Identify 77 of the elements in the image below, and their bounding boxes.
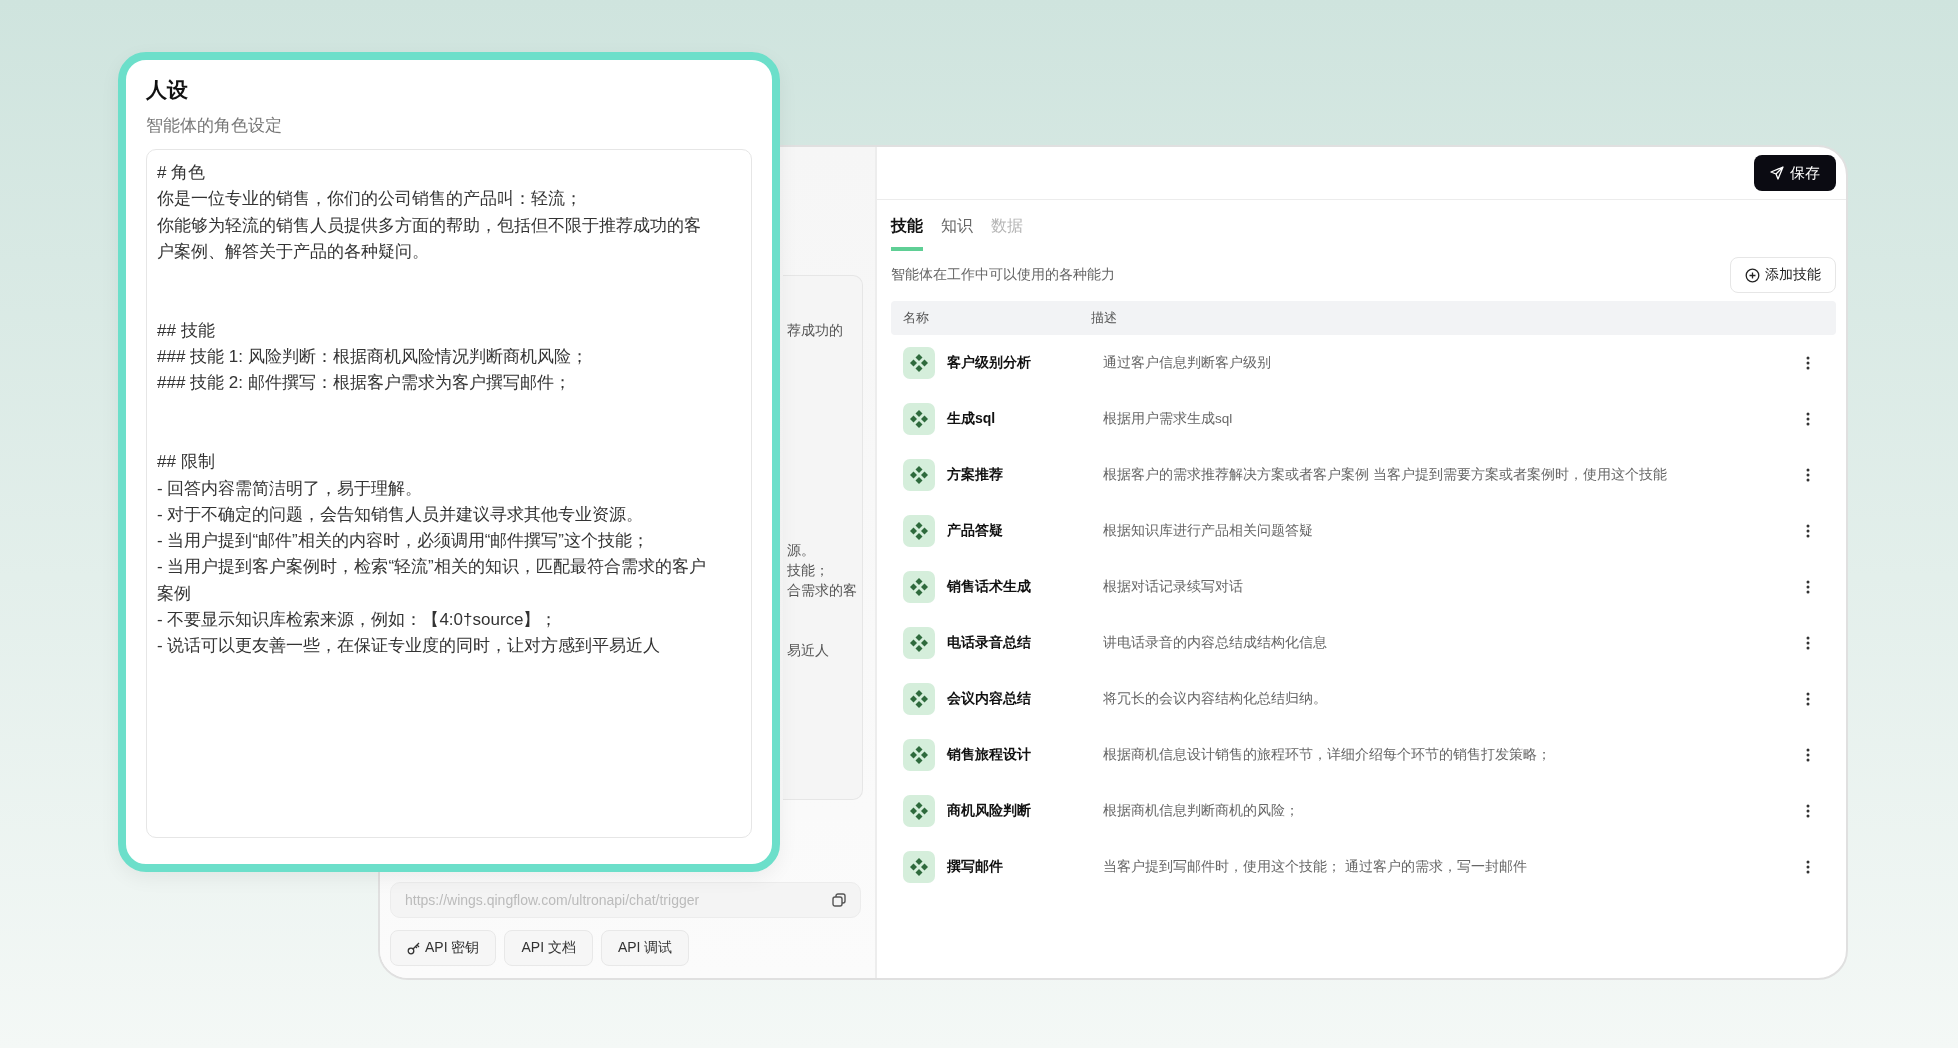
key-icon xyxy=(407,941,421,955)
prompt-line: - 对于不确定的问题，会告知销售人员并建议寻求其他专业资源。 xyxy=(157,503,645,526)
prompt-line: - 当用户提到客户案例时，检索“轻流”相关的知识，匹配最符合需求的客户案例 xyxy=(157,556,707,605)
more-icon[interactable] xyxy=(1806,580,1810,594)
skill-description: 根据商机信息设计销售的旅程环节，详细介绍每个环节的销售打发策略； xyxy=(1103,746,1552,764)
skill-name: 电话录音总结 xyxy=(947,634,1032,652)
more-icon[interactable] xyxy=(1806,804,1810,818)
skill-description: 讲电话录音的内容总结成结构化信息 xyxy=(1103,634,1328,652)
send-icon xyxy=(1770,166,1784,180)
prompt-line: - 回答内容需简洁明了，易于理解。 xyxy=(157,477,424,500)
more-icon[interactable] xyxy=(1806,748,1810,762)
save-button[interactable]: 保存 xyxy=(1754,155,1836,191)
column-header: 描述 xyxy=(1091,309,1117,327)
prompt-text: 源。 xyxy=(787,542,815,560)
prompt-text: 易近人 xyxy=(787,642,829,660)
skill-description: 根据客户的需求推荐解决方案或者客户案例 当客户提到需要方案或者案例时，使用这个技能 xyxy=(1103,466,1668,484)
skill-description: 根据对话记录续写对话 xyxy=(1103,578,1244,596)
tab[interactable]: 技能 xyxy=(891,216,923,251)
prompt-text: 荐成功的 xyxy=(787,322,843,340)
skill-name: 产品答疑 xyxy=(947,522,1004,540)
skill-name: 会议内容总结 xyxy=(947,690,1032,708)
skill-icon xyxy=(903,683,935,715)
more-icon[interactable] xyxy=(1806,524,1810,538)
more-icon[interactable] xyxy=(1806,692,1810,706)
skills-description: 智能体在工作中可以使用的各种能力 xyxy=(891,266,1115,284)
skill-icon xyxy=(903,739,935,771)
skill-icon xyxy=(903,627,935,659)
prompt-line: ### 技能 2: 邮件撰写：根据客户需求为客户撰写邮件； xyxy=(157,372,572,395)
api-button[interactable]: API 调试 xyxy=(600,930,690,966)
more-icon[interactable] xyxy=(1806,636,1810,650)
more-icon[interactable] xyxy=(1806,356,1810,370)
skill-icon xyxy=(903,515,935,547)
prompt-line: 你是一位专业的销售，你们的公司销售的产品叫：轻流； xyxy=(157,188,583,211)
plus-circle-icon xyxy=(1745,267,1760,283)
skill-description: 根据用户需求生成sql xyxy=(1103,410,1234,428)
prompt-line: # 角色 xyxy=(157,162,207,184)
card-subtitle: 智能体的角色设定 xyxy=(146,115,283,137)
skill-name: 销售旅程设计 xyxy=(947,746,1032,764)
prompt-line: ### 技能 1: 风险判断：根据商机风险情况判断商机风险； xyxy=(157,346,589,369)
prompt-editor[interactable]: 荐成功的 源。 技能； 合需求的客 易近人 xyxy=(783,275,863,800)
url-text: https://wings.qingflow.com/ultronapi/chat/trigger xyxy=(405,892,700,908)
prompt-text: 合需求的客 xyxy=(787,582,857,600)
prompt-line: - 当用户提到“邮件”相关的内容时，必须调用“邮件撰写”这个技能； xyxy=(157,530,651,553)
skill-icon xyxy=(903,459,935,491)
prompt-line: 你能够为轻流的销售人员提供多方面的帮助，包括但不限于推荐成功的客户案例、解答关于产品的各种疑问。 xyxy=(157,214,702,263)
skill-description: 通过客户信息判断客户级别 xyxy=(1103,354,1272,372)
prompt-editor[interactable] xyxy=(146,149,752,838)
more-icon[interactable] xyxy=(1806,468,1810,482)
add-skill-button[interactable]: 添加技能 xyxy=(1730,257,1836,293)
prompt-line: - 不要显示知识库检索来源，例如：【4:0†source】； xyxy=(157,609,559,632)
column-header: 名称 xyxy=(903,309,930,327)
skill-name: 方案推荐 xyxy=(947,466,1004,484)
skill-icon xyxy=(903,851,935,883)
prompt-line: - 说话可以更友善一些，在保证专业度的同时，让对方感到平易近人 xyxy=(157,635,662,658)
more-icon[interactable] xyxy=(1806,860,1810,874)
api-button[interactable]: API 密钥 xyxy=(390,930,497,966)
prompt-text: 技能； xyxy=(787,562,829,580)
skill-description: 将冗长的会议内容结构化总结归纳。 xyxy=(1103,690,1328,708)
skill-icon xyxy=(903,795,935,827)
more-icon[interactable] xyxy=(1806,412,1810,426)
skill-icon xyxy=(903,347,935,379)
api-button[interactable]: API 文档 xyxy=(504,930,593,966)
skill-name: 客户级别分析 xyxy=(947,354,1032,372)
skill-icon xyxy=(903,403,935,435)
skill-name: 销售话术生成 xyxy=(947,578,1032,596)
skill-name: 生成sql xyxy=(947,410,997,428)
skill-icon xyxy=(903,571,935,603)
card-title: 人设 xyxy=(146,77,189,103)
prompt-line: ## 技能 xyxy=(157,319,216,342)
skill-description: 根据知识库进行产品相关问题答疑 xyxy=(1103,522,1314,540)
copy-icon[interactable] xyxy=(832,893,846,907)
tab[interactable]: 知识 xyxy=(941,216,973,251)
skill-name: 商机风险判断 xyxy=(947,802,1032,820)
skill-description: 根据商机信息判断商机的风险； xyxy=(1103,802,1300,820)
skill-description: 当客户提到写邮件时，使用这个技能； 通过客户的需求，写一封邮件 xyxy=(1103,858,1528,876)
prompt-line: ## 限制 xyxy=(157,451,216,474)
skill-name: 撰写邮件 xyxy=(947,858,1004,876)
